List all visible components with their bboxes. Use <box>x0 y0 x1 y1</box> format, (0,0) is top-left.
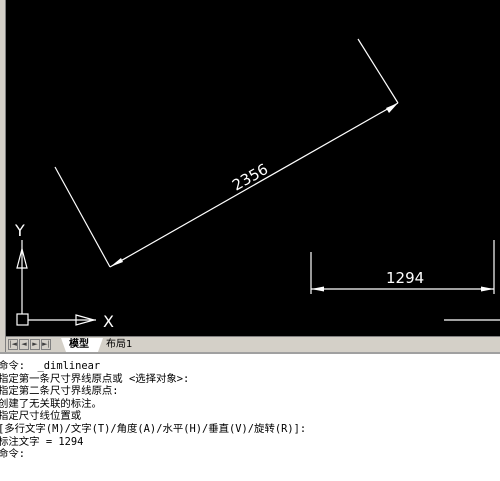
ucs-y-label: Y <box>14 221 25 240</box>
command-line: [多行文字(M)/文字(T)/角度(A)/水平(H)/垂直(V)/旋转(R)]: <box>0 422 307 435</box>
extension-line-1[interactable] <box>54 166 111 268</box>
ucs-icon: Y X <box>14 221 114 331</box>
drawing-area[interactable]: 2356 1294 Y X <box>6 0 500 336</box>
drawing-canvas[interactable]: 2356 1294 Y X <box>6 0 500 336</box>
prev-tab-icon[interactable]: ◄ <box>19 339 29 350</box>
command-prompt[interactable]: 命令: <box>0 448 500 461</box>
tab-model-label: 模型 <box>69 339 89 350</box>
command-line: 指定第一条尺寸界线原点或 <选择对象>: <box>0 372 190 385</box>
tab-layout1-label: 布局1 <box>106 339 133 350</box>
dimension-arrow-end <box>386 103 398 113</box>
command-window[interactable]: 命令: _dimlinear 指定第一条尺寸界线原点或 <选择对象>: 指定第二… <box>0 352 500 481</box>
command-line: 创建了无关联的标注。 <box>0 397 102 410</box>
tab-model[interactable]: 模型 <box>61 338 103 352</box>
command-line: 指定第二条尺寸界线原点: <box>0 385 119 398</box>
dimension-arrow-start <box>110 258 123 267</box>
extension-line-2[interactable] <box>357 38 399 104</box>
linear-arrow-end <box>481 286 494 292</box>
command-line: 命令: _dimlinear <box>0 360 101 372</box>
linear-arrow-start <box>311 286 324 292</box>
linear-dimension-text[interactable]: 1294 <box>386 269 424 287</box>
command-line: 标注文字 = 1294 <box>0 435 84 448</box>
layout-tab-bar: |◄ ◄ ► ►| 布局1 模型 <box>6 336 500 352</box>
next-tab-icon[interactable]: ► <box>30 339 40 350</box>
tab-layout1[interactable]: 布局1 <box>98 338 148 352</box>
autocad-window: 2356 1294 Y X |◄ ◄ ► ►| 布局1 模型 命令: _diml… <box>0 0 500 481</box>
first-tab-icon[interactable]: |◄ <box>8 339 18 350</box>
command-line: 指定尺寸线位置或 <box>0 410 82 423</box>
ucs-x-label: X <box>103 312 114 331</box>
last-tab-icon[interactable]: ►| <box>41 339 51 350</box>
aligned-dimension-text[interactable]: 2356 <box>229 160 271 195</box>
